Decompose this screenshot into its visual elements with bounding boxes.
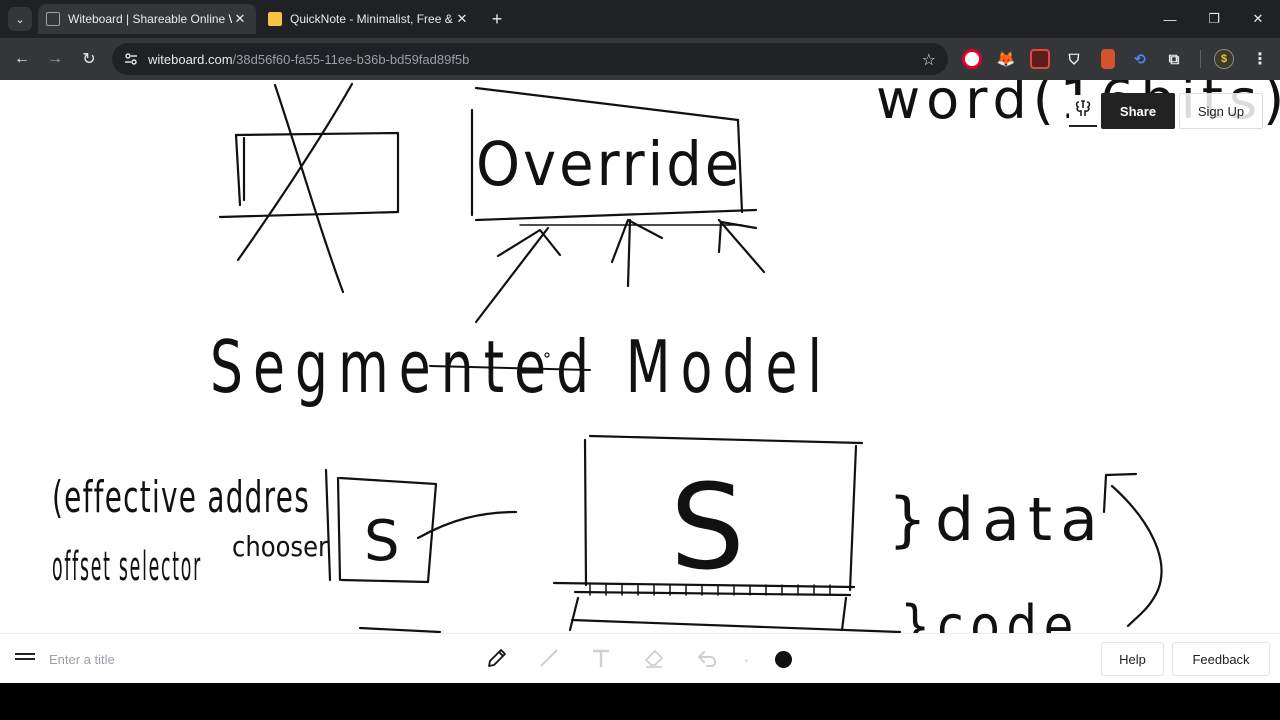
site-info-icon[interactable] (122, 50, 140, 68)
toolbar-divider (1200, 50, 1201, 68)
tab-close-icon[interactable]: ✕ (454, 11, 470, 27)
curved-arrow-drawing (1102, 472, 1163, 628)
separator-dot (745, 659, 748, 662)
override-handwriting: Override (476, 129, 742, 200)
pen-color-picker[interactable] (775, 651, 792, 668)
office-icon[interactable] (1101, 49, 1115, 69)
restore-button[interactable]: ❐ (1192, 0, 1236, 38)
forward-button[interactable]: → (43, 47, 67, 71)
extensions-puzzle-icon[interactable]: ⧉ (1164, 49, 1184, 69)
undo-tool[interactable] (693, 646, 721, 674)
help-button[interactable]: Help (1101, 642, 1164, 676)
quicknote-favicon-icon (268, 12, 282, 26)
bookmark-star-icon[interactable]: ☆ (922, 50, 936, 70)
url-text: witeboard.com/38d56f60-fa55-11ee-b36b-bd… (148, 52, 469, 67)
tab-search-chevron-icon[interactable]: ⌄ (8, 7, 32, 31)
tab-witeboard[interactable]: Witeboard | Shareable Online W ✕ (38, 4, 256, 34)
screen-recorder-icon[interactable] (1030, 49, 1050, 69)
top-actions: Share Sign Up (1069, 93, 1263, 129)
brave-shield-icon[interactable]: ⛉ (1064, 49, 1084, 69)
pencil-tool[interactable] (483, 646, 511, 674)
board-title-input[interactable] (49, 648, 349, 670)
sign-up-button[interactable]: Sign Up (1179, 93, 1263, 129)
bottom-black-band (0, 683, 1280, 720)
back-button[interactable]: ← (10, 47, 34, 71)
minimize-button[interactable]: — (1148, 0, 1192, 38)
tab-quicknote[interactable]: QuickNote - Minimalist, Free & ✕ (260, 4, 478, 34)
tab-title: QuickNote - Minimalist, Free & (290, 12, 453, 26)
profile-icon[interactable]: $ (1214, 49, 1234, 69)
witeboard-page: Override word(16bits) Segmented Model (e… (0, 80, 1280, 683)
feedback-button[interactable]: Feedback (1172, 642, 1270, 676)
whiteboard-canvas[interactable]: Override word(16bits) Segmented Model (e… (0, 80, 1280, 683)
bottom-toolbar: Help Feedback (0, 633, 1280, 683)
browser-tabstrip: ⌄ Witeboard | Shareable Online W ✕ Quick… (0, 0, 1280, 38)
hamburger-menu-icon[interactable] (15, 650, 35, 666)
witeboard-favicon-icon (46, 12, 60, 26)
chooser-handwriting: chooser (232, 530, 328, 563)
translate-icon[interactable]: ⟲ (1130, 49, 1150, 69)
tab-title: Witeboard | Shareable Online W (68, 12, 232, 26)
browser-menu-icon[interactable]: ⋮ (1250, 49, 1270, 69)
ai-assist-button[interactable] (1069, 95, 1097, 127)
undo-icon (695, 646, 719, 675)
text-icon (589, 646, 613, 675)
share-button[interactable]: Share (1101, 93, 1175, 129)
arrows-drawing (474, 218, 766, 324)
segmented-model-handwriting: Segmented Model (210, 325, 832, 409)
reload-button[interactable]: ↻ (77, 47, 101, 71)
eraser-icon (642, 646, 666, 675)
tab-close-icon[interactable]: ✕ (232, 11, 248, 27)
opera-icon[interactable] (962, 49, 982, 69)
pencil-icon (485, 646, 509, 675)
data-segment-box-drawing (358, 434, 902, 634)
metamask-icon[interactable]: 🦊 (996, 49, 1016, 69)
close-window-button[interactable]: ✕ (1236, 0, 1280, 38)
browser-toolbar: ← → ↻ witeboard.com/38d56f60-fa55-11ee-b… (0, 38, 1280, 80)
url-path: /38d56f60-fa55-11ee-b36b-bd59fad89f5b (232, 51, 470, 67)
offset-selector-handwriting: offset selector (52, 544, 202, 590)
big-s-handwriting: S (670, 458, 745, 596)
line-icon (537, 646, 561, 675)
crossed-out-box-drawing (218, 82, 400, 294)
segment-register-box-drawing (324, 468, 518, 584)
address-bar[interactable]: witeboard.com/38d56f60-fa55-11ee-b36b-bd… (112, 43, 948, 75)
brain-icon (1073, 98, 1093, 123)
text-tool[interactable] (587, 646, 615, 674)
eraser-tool[interactable] (640, 646, 668, 674)
small-s-handwriting: S (364, 509, 400, 574)
url-host: witeboard.com (148, 51, 233, 67)
line-tool[interactable] (535, 646, 563, 674)
new-tab-button[interactable]: + (486, 8, 508, 30)
data-label-handwriting: }data (888, 485, 1106, 555)
effective-address-handwriting: (effective addres (52, 472, 310, 523)
